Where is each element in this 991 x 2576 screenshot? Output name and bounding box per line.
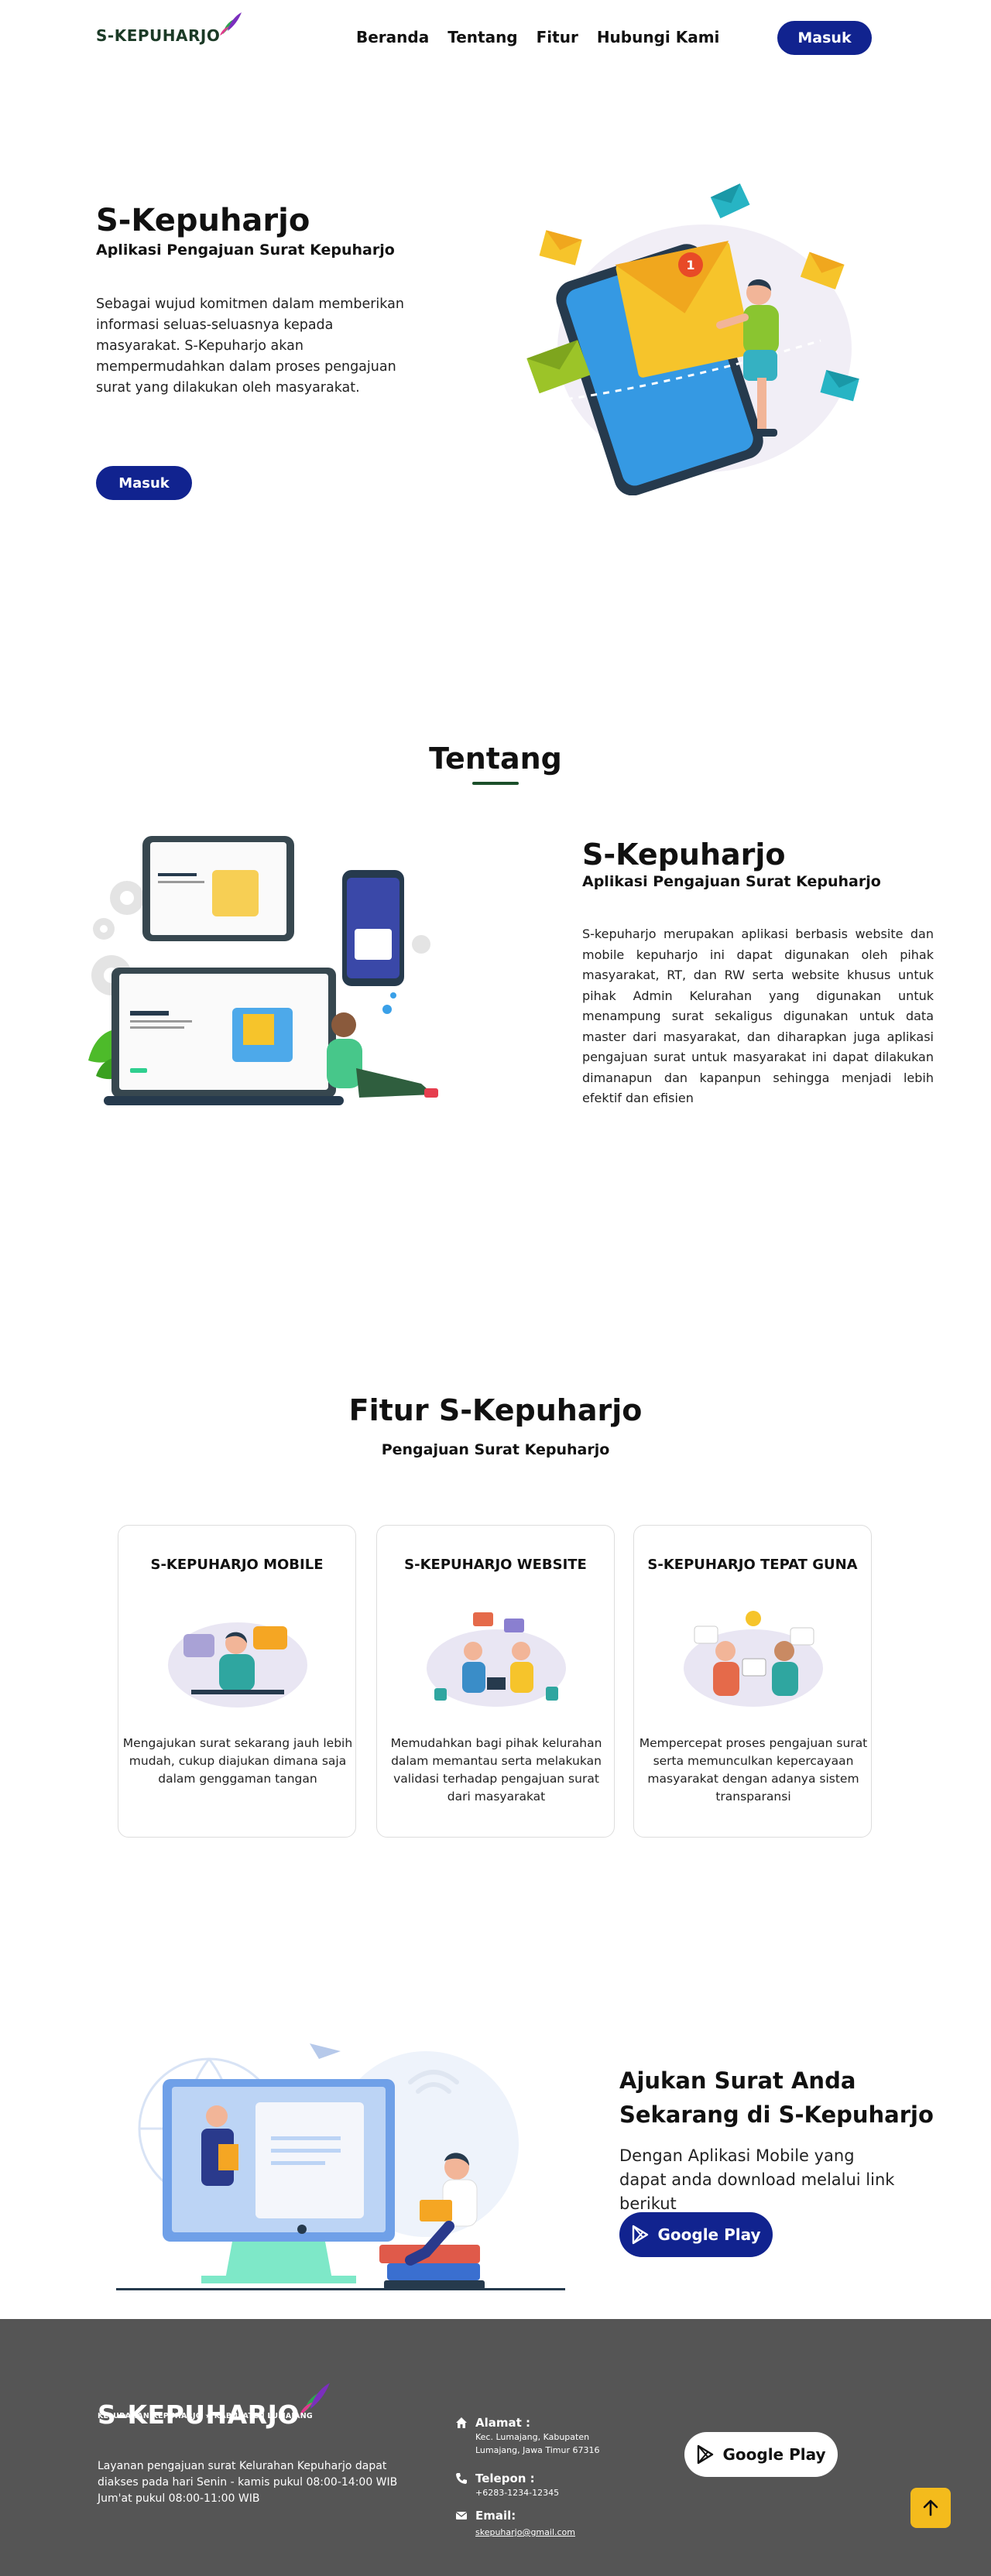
footer-google-play-button[interactable]: Google Play — [684, 2432, 838, 2477]
email-label: Email: — [475, 2509, 516, 2523]
fitur-subtitle: Pengajuan Surat Kepuharjo — [381, 1441, 610, 1458]
nav-link-hubungi-kami[interactable]: Hubungi Kami — [597, 28, 720, 46]
mail-icon — [455, 2511, 468, 2519]
nav-link-beranda[interactable]: Beranda — [356, 28, 429, 46]
fitur-heading: Fitur S-Kepuharjo — [348, 1393, 643, 1427]
download-illustration — [116, 2043, 565, 2290]
leaf-logo-icon — [220, 12, 242, 36]
address-value: Kec. Lumajang, Kabupaten Lumajang, Jawa … — [475, 2432, 600, 2455]
feature-card-mobile: S-KEPUHARJO MOBILE Mengajukan surat seka… — [118, 1525, 356, 1838]
feature-card-description: Mengajukan surat sekarang jauh lebih mud… — [122, 1736, 353, 1786]
tentang-devices-illustration — [88, 836, 438, 1105]
about-description: S-kepuharjo merupakan aplikasi berbasis … — [582, 927, 934, 1105]
footer-email: Email: skepuharjo@gmail.com — [455, 2508, 575, 2539]
arrow-up-icon — [923, 2499, 938, 2516]
feature-card-title: S-KEPUHARJO WEBSITE — [404, 1557, 587, 1573]
hero-description: Sebagai wujud komitmen dalam memberikan … — [96, 296, 404, 396]
brand-logo[interactable]: S-KEPUHARJO — [96, 11, 243, 43]
footer-address: Alamat : Kec. Lumajang, Kabupaten Lumaja… — [455, 2415, 615, 2457]
google-play-button[interactable]: Google Play — [619, 2212, 773, 2257]
feature-card-title: S-KEPUHARJO MOBILE — [150, 1557, 324, 1573]
about-subtitle: Aplikasi Pengajuan Surat Kepuharjo — [582, 873, 881, 890]
feature-card-title: S-KEPUHARJO TEPAT GUNA — [647, 1557, 858, 1573]
footer-google-play-label: Google Play — [722, 2445, 826, 2464]
phone-value: +6283-1234-12345 — [475, 2488, 560, 2498]
hero-subtitle: Aplikasi Pengajuan Surat Kepuharjo — [96, 242, 395, 259]
svg-text:1: 1 — [686, 258, 694, 272]
brand-logo-text: S-KEPUHARJO — [96, 26, 221, 45]
tentang-heading: Tentang — [429, 742, 562, 776]
google-play-label: Google Play — [657, 2225, 761, 2244]
nav-link-tentang[interactable]: Tentang — [447, 28, 517, 46]
navbar: S-KEPUHARJO Beranda Tentang Fitur Hubung… — [0, 0, 991, 77]
download-description: Dengan Aplikasi Mobile yang dapat anda d… — [619, 2146, 895, 2213]
about-title: S-Kepuharjo — [582, 838, 786, 872]
mobile-feature-illustration — [168, 1622, 307, 1708]
feature-card-website: S-KEPUHARJO WEBSITE Memudahkan bagi piha… — [376, 1525, 615, 1838]
tepat-guna-feature-illustration — [684, 1611, 823, 1707]
google-play-icon — [698, 2444, 714, 2465]
feature-card-description: Memudahkan bagi pihak kelurahan dalam me… — [390, 1736, 602, 1804]
hero-phone-mail-illustration: 1 — [526, 183, 859, 495]
website-feature-illustration — [427, 1612, 566, 1707]
phone-icon — [456, 2473, 467, 2484]
nav-link-fitur[interactable]: Fitur — [537, 28, 578, 46]
google-play-icon — [633, 2225, 649, 2245]
nav-login-button[interactable]: Masuk — [777, 21, 872, 55]
heading-underline — [472, 782, 519, 785]
footer-logo: S-KEPUHARJO — [98, 2381, 332, 2427]
footer-tagline: KELURAHAN KEPUHARJO ★ KABUPATEN LUMAJANG — [98, 2412, 313, 2420]
home-icon — [456, 2417, 467, 2428]
scroll-to-top-button[interactable] — [910, 2488, 951, 2528]
footer-description: Layanan pengajuan surat Kelurahan Kepuha… — [98, 2460, 398, 2505]
feature-card-tepat-guna: S-KEPUHARJO TEPAT GUNA Mempercepat prose… — [633, 1525, 872, 1838]
hero-login-button[interactable]: Masuk — [96, 466, 192, 500]
nav-links: Beranda Tentang Fitur Hubungi Kami — [356, 28, 738, 46]
hero-title: S-Kepuharjo — [96, 203, 310, 238]
feature-card-description: Mempercepat proses pengajuan surat serta… — [639, 1736, 868, 1804]
footer-phone: Telepon : +6283-1234-12345 — [455, 2471, 559, 2499]
phone-label: Telepon : — [475, 2472, 535, 2485]
email-link[interactable]: skepuharjo@gmail.com — [475, 2527, 575, 2537]
footer: S-KEPUHARJO KELURAHAN KEPUHARJO ★ KABUPA… — [0, 2319, 991, 2576]
download-title: Ajukan Surat Anda Sekarang di S-Kepuharj… — [619, 2067, 934, 2128]
address-label: Alamat : — [475, 2416, 531, 2430]
